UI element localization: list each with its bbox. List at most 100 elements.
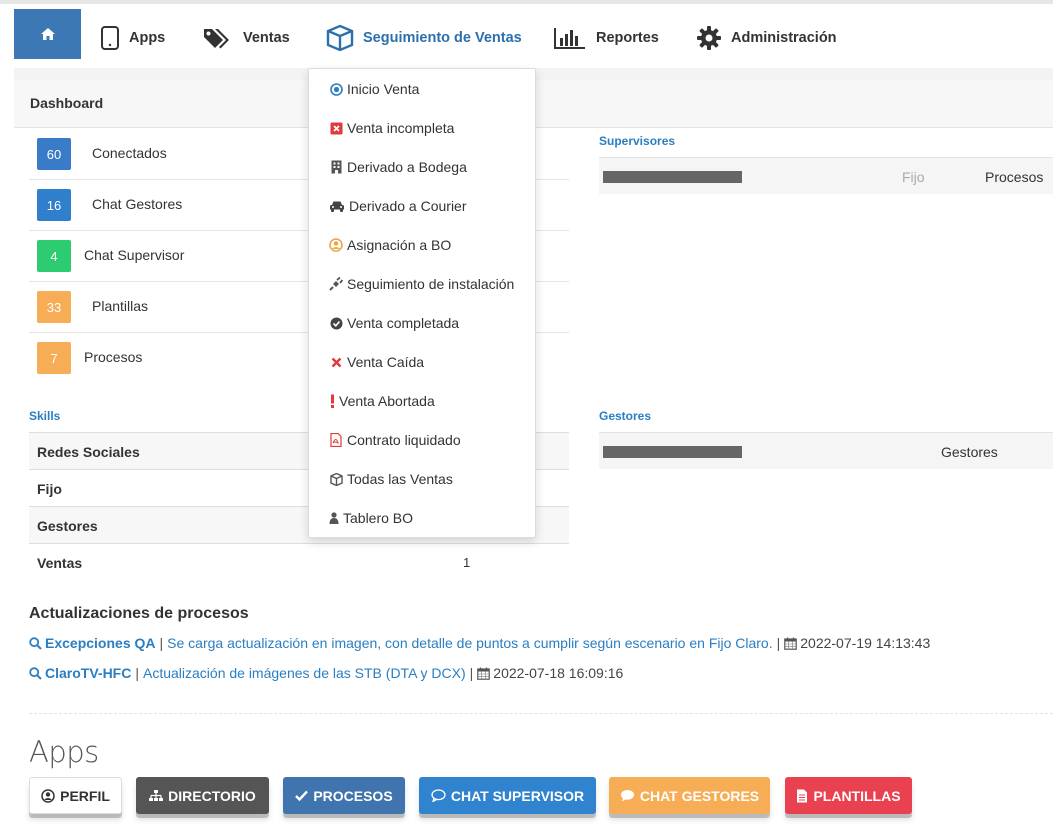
menu-item-inicio-venta[interactable]: Inicio Venta (329, 79, 419, 99)
menu-item-label: Derivado a Courier (349, 198, 467, 214)
tablet-icon (101, 26, 119, 50)
counter-label: Plantillas (92, 298, 149, 314)
nav-apps[interactable]: Apps (100, 23, 165, 53)
divider (29, 713, 1053, 714)
nav-reportes-label: Reportes (596, 30, 659, 46)
procesos-label: PROCESOS (313, 787, 393, 804)
nav-ventas[interactable]: Ventas (202, 23, 290, 53)
update-item[interactable]: Excepciones QA | Se carga actualización … (29, 635, 930, 651)
gestor-row[interactable]: Gestores (599, 432, 1053, 469)
seguimiento-dropdown-menu: Inicio Venta Venta incompleta Derivado a… (308, 68, 536, 538)
x-icon (329, 355, 343, 369)
nav-ventas-label: Ventas (243, 30, 290, 46)
target-icon (329, 82, 343, 96)
user-icon (329, 511, 339, 525)
chat-gestores-button[interactable]: CHAT GESTORES (609, 777, 770, 814)
update-date: 2022-07-19 14:13:43 (800, 635, 931, 651)
skills-label: Skills (29, 409, 61, 423)
check-icon (295, 790, 309, 801)
counter-label: Conectados (92, 145, 167, 161)
procesos-button[interactable]: PROCESOS (283, 777, 405, 814)
user-circle-icon (329, 238, 343, 252)
skill-name: Fijo (37, 481, 62, 497)
menu-item-label: Venta Caída (347, 354, 425, 370)
home-icon (40, 28, 55, 40)
pdf-icon (329, 433, 343, 447)
nav-reportes[interactable]: Reportes (553, 23, 659, 53)
nav-seguimiento[interactable]: Seguimiento de Ventas (326, 23, 522, 53)
calendar-icon (784, 637, 798, 650)
check-circle-icon (329, 316, 343, 330)
dashboard-title: Dashboard (30, 95, 104, 111)
menu-item-label: Seguimiento de instalación (347, 276, 515, 292)
redacted-name (603, 171, 742, 183)
nav-administracion[interactable]: Administración (696, 23, 837, 53)
menu-item-contrato-liquidado[interactable]: Contrato liquidado (329, 430, 461, 450)
menu-item-asignacion-bo[interactable]: Asignación a BO (329, 235, 451, 255)
nav-seguimiento-label: Seguimiento de Ventas (363, 30, 522, 46)
updates-title: Actualizaciones de procesos (29, 605, 249, 622)
redacted-name (603, 446, 742, 458)
menu-item-label: Inicio Venta (347, 81, 420, 97)
skill-name: Ventas (37, 555, 83, 571)
gear-icon (697, 26, 721, 50)
skill-name: Gestores (37, 518, 98, 534)
menu-item-venta-incompleta[interactable]: Venta incompleta (329, 118, 454, 138)
menu-item-label: Derivado a Bodega (347, 159, 467, 175)
supervisores-label: Supervisores (599, 134, 676, 148)
skill-value: 1 (463, 555, 471, 570)
menu-item-label: Contrato liquidado (347, 432, 461, 448)
calendar-icon (477, 667, 491, 680)
menu-item-venta-caida[interactable]: Venta Caída (329, 352, 424, 372)
menu-item-derivado-courier[interactable]: Derivado a Courier (329, 196, 467, 216)
top-navbar: Apps Ventas Seguimiento de Ventas Report… (14, 9, 1053, 68)
menu-item-label: Tablero BO (343, 510, 414, 526)
update-name[interactable]: Excepciones QA (45, 635, 156, 651)
apps-heading: Apps (29, 735, 99, 769)
chat-icon (620, 790, 634, 802)
bar-chart-icon (554, 28, 585, 49)
plantillas-label: PLANTILLAS (813, 787, 901, 804)
counter-label: Procesos (84, 349, 143, 365)
nav-apps-label: Apps (129, 30, 166, 46)
menu-item-venta-completada[interactable]: Venta completada (329, 313, 459, 333)
cube-icon (329, 472, 343, 486)
update-desc[interactable]: Se carga actualización en imagen, con de… (167, 635, 772, 651)
menu-item-venta-abortada[interactable]: Venta Abortada (329, 391, 435, 411)
chat-gestores-label: CHAT GESTORES (639, 787, 760, 804)
perfil-button[interactable]: PERFIL (29, 777, 122, 814)
skill-row: Ventas 1 (29, 543, 569, 580)
count-badge: 60 (37, 138, 71, 170)
supervisor-procesos: Procesos (985, 169, 1044, 185)
tags-icon (204, 29, 229, 49)
counter-label: Chat Supervisor (84, 247, 185, 263)
chat-supervisor-label: CHAT SUPERVISOR (450, 787, 585, 804)
plug-icon (329, 277, 343, 291)
count-badge: 7 (37, 342, 71, 374)
directorio-label: DIRECTORIO (168, 787, 256, 804)
chat-supervisor-button[interactable]: CHAT SUPERVISOR (419, 777, 596, 814)
user-circle-icon (41, 788, 55, 803)
count-badge: 16 (37, 189, 71, 221)
menu-item-label: Todas las Ventas (347, 471, 453, 487)
menu-item-derivado-bodega[interactable]: Derivado a Bodega (329, 157, 467, 177)
chat-outline-icon (431, 789, 446, 802)
update-desc[interactable]: Actualización de imágenes de las STB (DT… (143, 665, 466, 681)
menu-item-tablero-bo[interactable]: Tablero BO (329, 508, 413, 528)
car-icon (329, 199, 345, 213)
menu-item-label: Venta completada (347, 315, 460, 331)
plantillas-button[interactable]: PLANTILLAS (785, 777, 912, 814)
update-item[interactable]: ClaroTV-HFC | Actualización de imágenes … (29, 665, 623, 681)
counter-label: Chat Gestores (92, 196, 183, 212)
menu-item-label: Venta incompleta (347, 120, 455, 136)
directorio-button[interactable]: DIRECTORIO (136, 777, 269, 814)
skill-name: Redes Sociales (37, 444, 140, 460)
home-button[interactable] (14, 9, 81, 59)
menu-item-label: Venta Abortada (339, 393, 435, 409)
menu-item-seguimiento-instalacion[interactable]: Seguimiento de instalación (329, 274, 514, 294)
menu-item-todas-ventas[interactable]: Todas las Ventas (329, 469, 453, 489)
building-icon (329, 160, 343, 174)
supervisor-row[interactable]: Fijo Procesos (599, 157, 1053, 194)
gestor-gestores: Gestores (941, 444, 998, 460)
update-name[interactable]: ClaroTV-HFC (45, 665, 131, 681)
